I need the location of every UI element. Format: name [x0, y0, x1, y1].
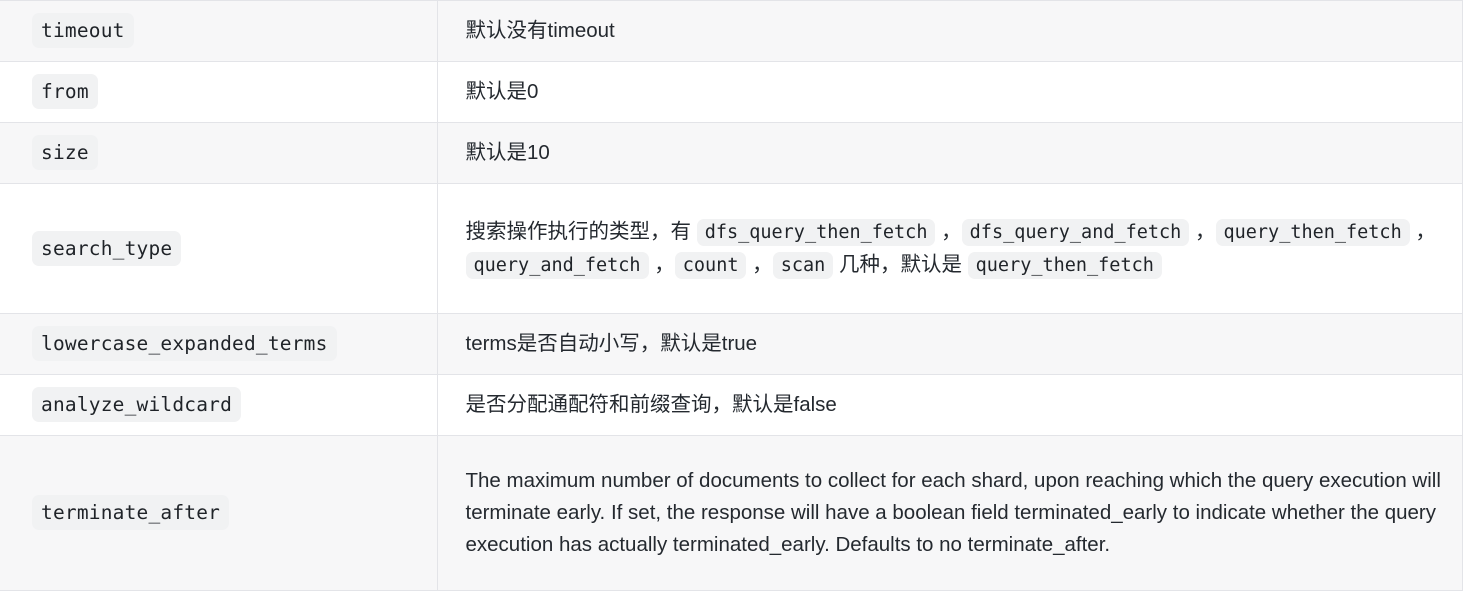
parameter-name-code: size — [32, 135, 98, 171]
parameter-name-code: analyze_wildcard — [32, 387, 242, 423]
parameter-description-cell: 默认是10 — [437, 122, 1463, 184]
parameter-name-code: from — [32, 74, 98, 110]
parameter-name-cell: analyze_wildcard — [0, 373, 438, 436]
description-text-fragment: ， — [935, 220, 962, 244]
parameter-name-cell: lowercase_expanded_terms — [0, 312, 438, 375]
parameter-name-code: timeout — [32, 13, 134, 49]
parameter-description-cell: terms是否自动小写，默认是true — [437, 312, 1463, 375]
table-row: from 默认是0 — [0, 61, 1463, 123]
description-text-fragment: ， — [746, 253, 773, 277]
parameter-name-cell: terminate_after — [0, 434, 438, 591]
description-text-fragment: 几种，默认是 — [833, 253, 968, 277]
description-text: The maximum number of documents to colle… — [465, 469, 1441, 556]
inline-code-value: query_and_fetch — [465, 252, 649, 280]
description-text: terms是否自动小写，默认是true — [465, 331, 758, 355]
parameter-table: timeout 默认没有timeout from 默认是0 size 默认是10 searc… — [0, 0, 1463, 591]
description-text-fragment: ， — [1409, 220, 1436, 244]
parameter-table-container: timeout 默认没有timeout from 默认是0 size 默认是10 searc… — [0, 0, 1468, 591]
description-text-fragment: 搜索操作执行的类型，有 — [465, 220, 697, 244]
inline-code-value: count — [674, 252, 747, 280]
description-text: 默认是0 — [465, 80, 539, 104]
parameter-description-cell: 搜索操作执行的类型，有 dfs_query_then_fetch ， dfs_qu… — [437, 182, 1463, 314]
parameter-name-code: lowercase_expanded_terms — [32, 326, 337, 362]
parameter-name-code: search_type — [32, 230, 182, 266]
inline-code-value: dfs_query_then_fetch — [696, 219, 936, 247]
parameter-name-code: terminate_after — [32, 495, 230, 531]
parameter-description-cell: 默认是0 — [437, 61, 1463, 123]
table-row: analyze_wildcard 是否分配通配符和前缀查询，默认是false — [0, 373, 1463, 436]
parameter-description-cell: The maximum number of documents to colle… — [437, 434, 1463, 591]
table-row: timeout 默认没有timeout — [0, 0, 1463, 62]
parameter-description-cell: 是否分配通配符和前缀查询，默认是false — [437, 373, 1463, 436]
description-text: 默认是10 — [465, 141, 550, 164]
description-text: 是否分配通配符和前缀查询，默认是false — [465, 392, 837, 416]
table-body: timeout 默认没有timeout from 默认是0 size 默认是10 searc… — [0, 0, 1463, 591]
description-text-fragment: ， — [648, 253, 675, 277]
parameter-name-cell: search_type — [0, 182, 438, 314]
table-row: size 默认是10 — [0, 122, 1463, 184]
description-text: 默认没有timeout — [465, 19, 615, 43]
inline-code-value: scan — [772, 252, 834, 280]
table-row: search_type 搜索操作执行的类型，有 dfs_query_then_fe… — [0, 182, 1463, 314]
inline-code-value: query_then_fetch — [967, 252, 1162, 280]
parameter-name-cell: from — [0, 61, 438, 123]
inline-code-value: query_then_fetch — [1215, 219, 1410, 247]
table-row: terminate_after The maximum number of doc… — [0, 434, 1463, 591]
description-text-fragment: ， — [1189, 220, 1216, 244]
parameter-description-cell: 默认没有timeout — [437, 0, 1463, 62]
parameter-name-cell: timeout — [0, 0, 438, 62]
table-row: lowercase_expanded_terms terms是否自动小写，默认是t… — [0, 312, 1463, 375]
parameter-name-cell: size — [0, 122, 438, 184]
inline-code-value: dfs_query_and_fetch — [961, 219, 1190, 247]
